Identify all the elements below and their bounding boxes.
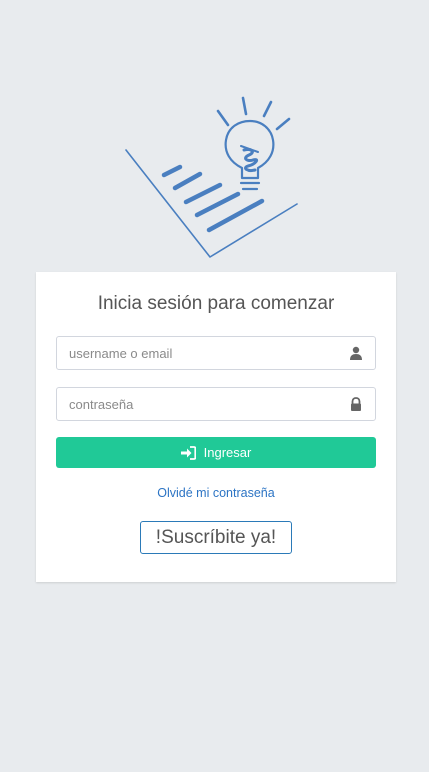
username-field[interactable] [56,336,376,370]
username-input[interactable] [69,337,339,369]
login-button[interactable]: Ingresar [56,437,376,468]
forgot-password-link[interactable]: Olvidé mi contraseña [36,486,396,500]
sign-in-icon [180,445,196,460]
lock-icon [351,397,361,411]
lightbulb-document-icon [125,96,298,258]
password-input[interactable] [69,388,339,420]
subscribe-button[interactable]: !Suscríbite ya! [140,521,292,554]
user-icon [350,346,362,360]
login-title: Inicia sesión para comenzar [97,293,335,314]
password-field[interactable] [56,387,376,421]
login-card: Inicia sesión para comenzar Ingresar Olv… [36,272,396,582]
login-button-label: Ingresar [203,445,252,460]
